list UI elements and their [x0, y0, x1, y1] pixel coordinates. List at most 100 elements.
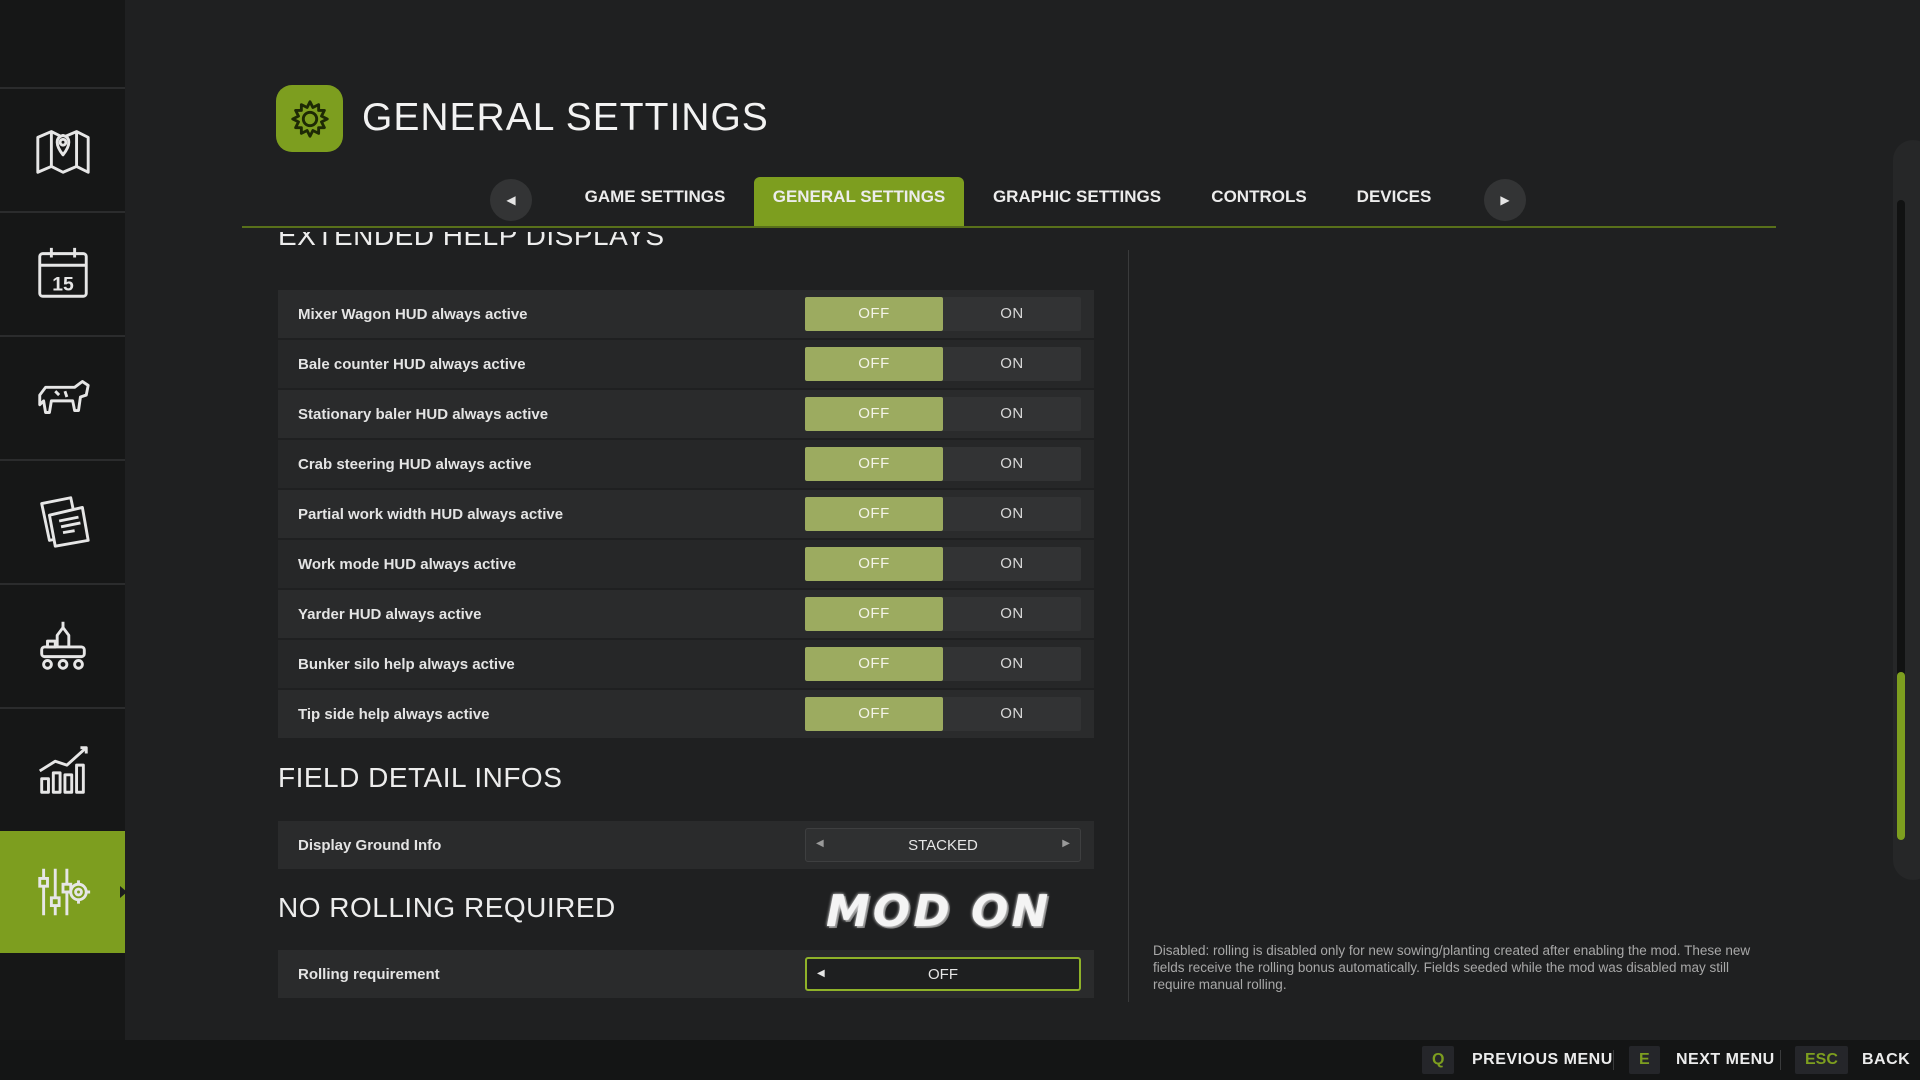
settings-icon — [37, 868, 90, 916]
on-off-toggle[interactable]: OFF ON — [805, 497, 1081, 531]
sidebar-item-settings[interactable] — [0, 831, 127, 953]
on-off-toggle[interactable]: OFF ON — [805, 547, 1081, 581]
section-title-field-detail: FIELD DETAIL INFOS — [278, 762, 563, 793]
toggle-off-option[interactable]: OFF — [805, 647, 943, 681]
tab-graphic-settings[interactable]: GRAPHIC SETTINGS — [982, 177, 1172, 227]
selector-value: OFF — [928, 965, 958, 983]
toggle-off-option[interactable]: OFF — [805, 597, 943, 631]
sidebar-item-calendar[interactable]: 15 — [0, 211, 125, 333]
toggle-on-option[interactable]: ON — [943, 497, 1081, 531]
setting-label: Tip side help always active — [298, 705, 490, 723]
sidebar-item-animals[interactable] — [0, 335, 125, 457]
arrow-right-icon[interactable]: ▶ — [1062, 838, 1070, 849]
sidebar: 15 — [0, 0, 127, 1040]
tab-controls[interactable]: CONTROLS — [1196, 177, 1322, 227]
setting-row: Crab steering HUD always active OFF ON — [278, 440, 1094, 488]
arrow-left-icon: ◀ — [506, 193, 516, 207]
on-off-toggle[interactable]: OFF ON — [805, 447, 1081, 481]
on-off-toggle[interactable]: OFF ON — [805, 347, 1081, 381]
gear-icon — [290, 99, 329, 138]
setting-row: Tip side help always active OFF ON — [278, 690, 1094, 738]
setting-label: Rolling requirement — [298, 965, 440, 983]
help-description: Disabled: rolling is disabled only for n… — [1153, 943, 1751, 992]
key-hint-e: E — [1629, 1046, 1660, 1074]
scrollbar-thumb[interactable] — [1897, 672, 1905, 840]
map-icon — [35, 130, 90, 174]
selector-value: STACKED — [908, 836, 978, 854]
toggle-off-option[interactable]: OFF — [805, 297, 943, 331]
page-title: GENERAL SETTINGS — [362, 96, 769, 139]
toggle-off-option[interactable]: OFF — [805, 397, 943, 431]
setting-row: Bale counter HUD always active OFF ON — [278, 340, 1094, 388]
tab-game-settings[interactable]: GAME SETTINGS — [570, 177, 740, 227]
on-off-toggle[interactable]: OFF ON — [805, 647, 1081, 681]
toggle-on-option[interactable]: ON — [943, 647, 1081, 681]
toggle-off-option[interactable]: OFF — [805, 497, 943, 531]
sidebar-item-contracts[interactable] — [0, 459, 125, 581]
sidebar-item-production[interactable] — [0, 583, 125, 705]
toggle-on-option[interactable]: ON — [943, 547, 1081, 581]
sidebar-item-map[interactable] — [0, 87, 125, 209]
setting-row: Bunker silo help always active OFF ON — [278, 640, 1094, 688]
setting-row: Yarder HUD always active OFF ON — [278, 590, 1094, 638]
tab-next-button[interactable]: ▶ — [1484, 179, 1526, 221]
arrow-left-icon[interactable]: ◀ — [817, 968, 825, 979]
toggle-on-option[interactable]: ON — [943, 297, 1081, 331]
calendar-day: 15 — [52, 273, 74, 295]
toggle-on-option[interactable]: ON — [943, 397, 1081, 431]
setting-label: Mixer Wagon HUD always active — [298, 305, 528, 323]
ground-info-selector[interactable]: ◀ STACKED ▶ — [805, 828, 1081, 862]
section-title-no-rolling: NO ROLLING REQUIRED — [278, 892, 616, 923]
setting-row: Rolling requirement ◀ OFF — [278, 950, 1094, 998]
setting-label: Partial work width HUD always active — [298, 505, 564, 523]
rolling-requirement-selector[interactable]: ◀ OFF — [805, 957, 1081, 991]
sidebar-item-statistics[interactable] — [0, 707, 125, 829]
on-off-toggle[interactable]: OFF ON — [805, 597, 1081, 631]
tab-prev-button[interactable]: ◀ — [490, 179, 532, 221]
arrow-left-icon[interactable]: ◀ — [816, 838, 824, 849]
contracts-icon — [39, 496, 90, 548]
section-title-extended-help: EXTENDED HELP DISPLAYS — [278, 232, 665, 251]
toggle-off-option[interactable]: OFF — [805, 547, 943, 581]
toggle-on-option[interactable]: ON — [943, 447, 1081, 481]
setting-label: Stationary baler HUD always active — [298, 405, 549, 423]
key-hint-esc: ESC — [1795, 1046, 1848, 1074]
setting-label: Work mode HUD always active — [298, 555, 517, 573]
on-off-toggle[interactable]: OFF ON — [805, 297, 1081, 331]
setting-row: Stationary baler HUD always active OFF O… — [278, 390, 1094, 438]
statistics-icon — [38, 746, 88, 794]
tab-general-settings[interactable]: GENERAL SETTINGS — [754, 177, 964, 227]
on-off-toggle[interactable]: OFF ON — [805, 697, 1081, 731]
active-pointer — [120, 886, 127, 898]
setting-row: Partial work width HUD always active OFF… — [278, 490, 1094, 538]
toggle-on-option[interactable]: ON — [943, 697, 1081, 731]
toggle-on-option[interactable]: ON — [943, 597, 1081, 631]
next-menu-button[interactable]: NEXT MENU — [1676, 1046, 1775, 1074]
on-off-toggle[interactable]: OFF ON — [805, 397, 1081, 431]
setting-label: Display Ground Info — [298, 836, 442, 854]
header-gear-icon — [276, 85, 343, 152]
toggle-off-option[interactable]: OFF — [805, 697, 943, 731]
arrow-right-icon: ▶ — [1500, 193, 1510, 207]
setting-row: Work mode HUD always active OFF ON — [278, 540, 1094, 588]
toggle-on-option[interactable]: ON — [943, 347, 1081, 381]
setting-row: Mixer Wagon HUD always active OFF ON — [278, 290, 1094, 338]
footer-divider — [1613, 1050, 1614, 1070]
tab-devices[interactable]: DEVICES — [1344, 177, 1444, 227]
setting-label: Crab steering HUD always active — [298, 455, 532, 473]
setting-label: Bunker silo help always active — [298, 655, 515, 673]
key-hint-q: Q — [1422, 1046, 1455, 1074]
setting-row: Display Ground Info ◀ STACKED ▶ — [278, 821, 1094, 869]
calendar-icon: 15 — [37, 247, 88, 298]
previous-menu-button[interactable]: PREVIOUS MENU — [1472, 1046, 1613, 1074]
panel-divider — [1128, 250, 1129, 1002]
setting-label: Bale counter HUD always active — [298, 355, 526, 373]
tab-underline — [242, 226, 1776, 228]
animals-icon — [37, 380, 90, 414]
footer-divider — [1780, 1050, 1781, 1070]
setting-label: Yarder HUD always active — [298, 605, 482, 623]
toggle-off-option[interactable]: OFF — [805, 347, 943, 381]
back-button[interactable]: BACK — [1862, 1046, 1910, 1074]
mod-on-badge: MOD ON — [826, 886, 1052, 937]
toggle-off-option[interactable]: OFF — [805, 447, 943, 481]
